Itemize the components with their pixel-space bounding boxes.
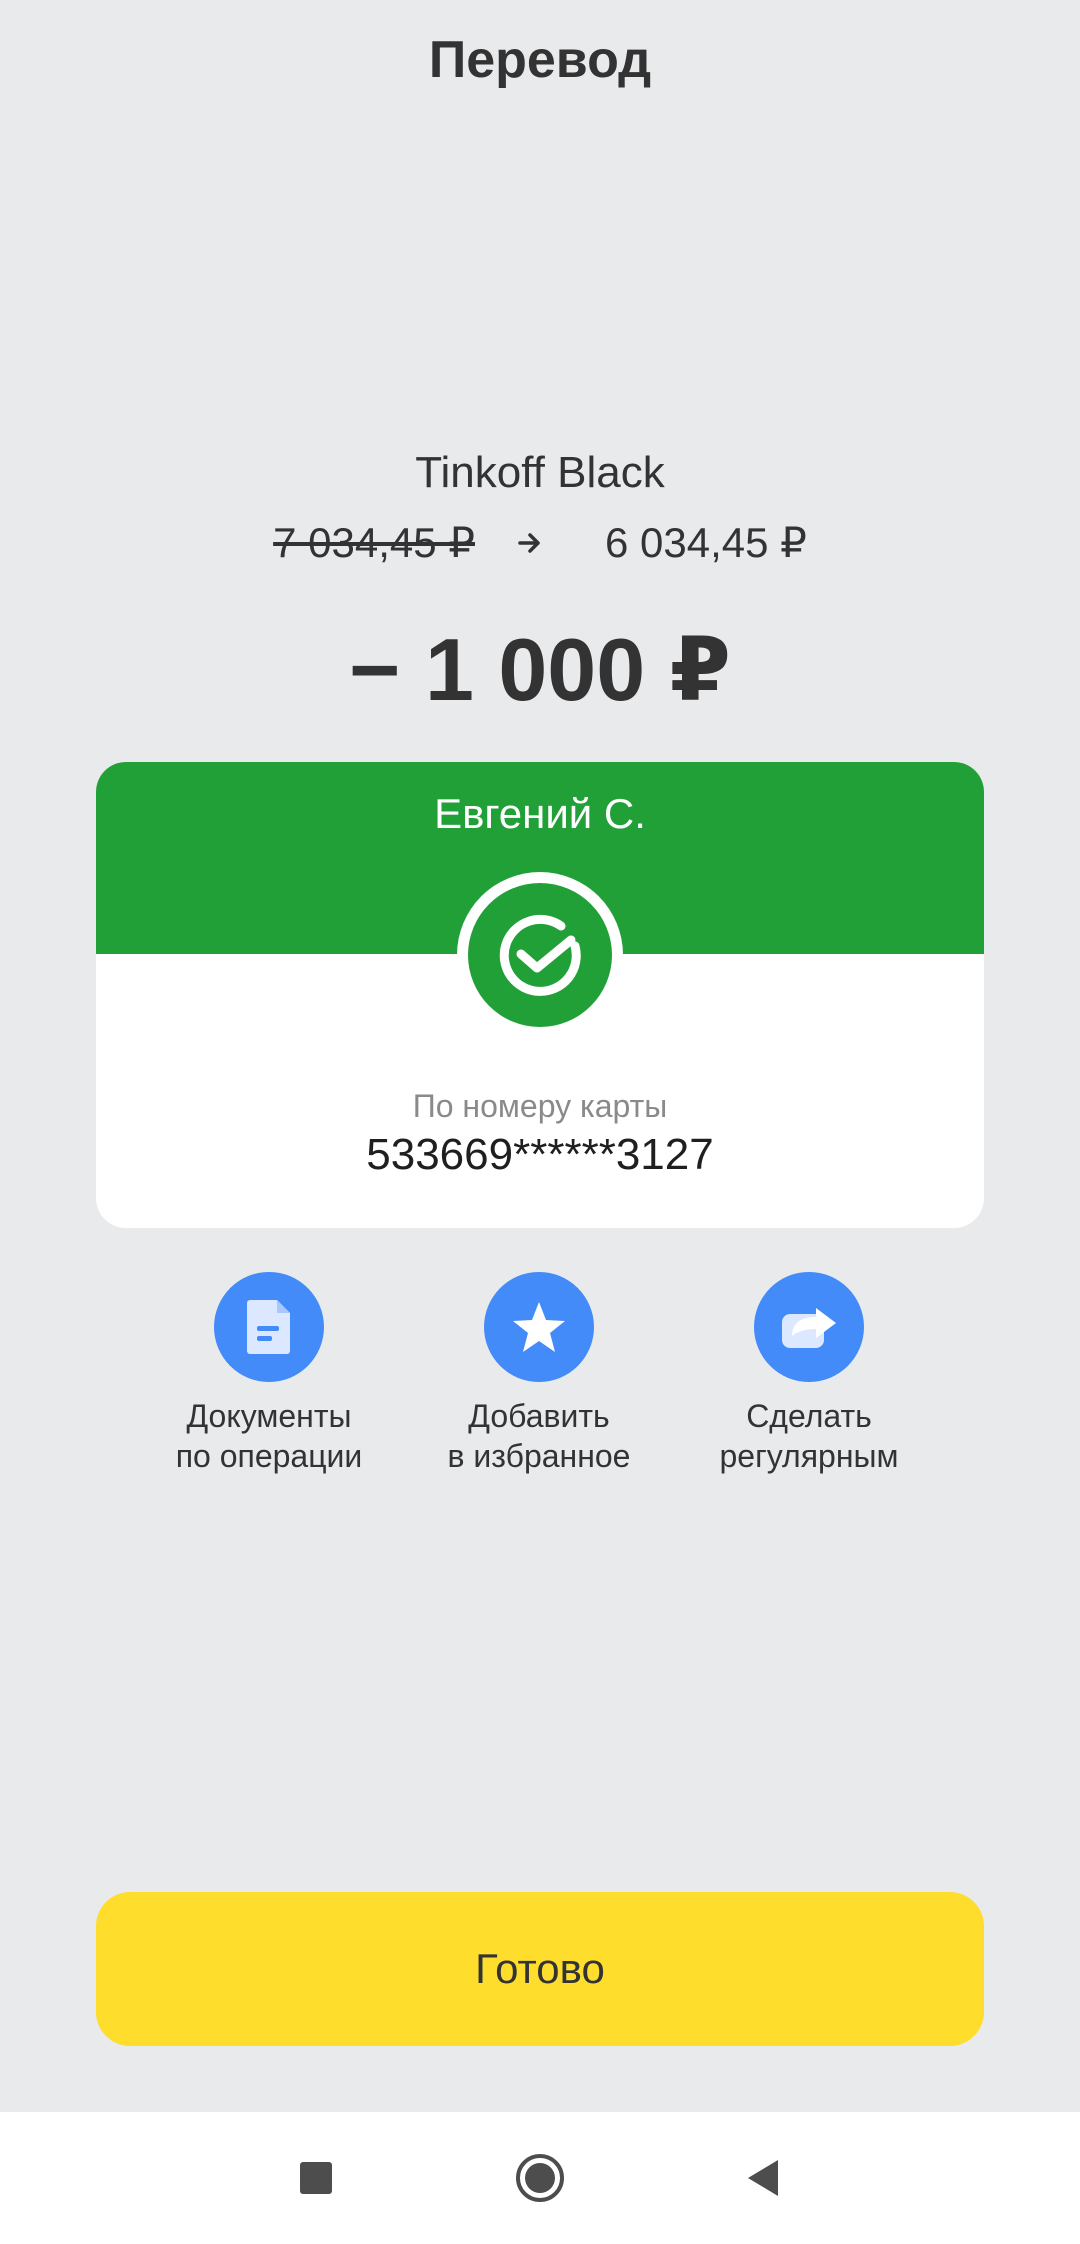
page-title: Перевод xyxy=(428,31,652,89)
star-icon[interactable] xyxy=(484,1272,594,1382)
repeat-arrow-icon[interactable] xyxy=(754,1272,864,1382)
home-circle-icon[interactable] xyxy=(504,2142,576,2214)
documents-action-label: Документы по операции xyxy=(175,1398,363,1474)
make-regular-label: Сделать регулярным xyxy=(719,1398,899,1474)
balance-change: 7 034,45 ₽ 6 034,45 ₽ xyxy=(0,518,1080,567)
recipient-card: Евгений С. По номеру карты 533669******3… xyxy=(96,762,984,1228)
sberbank-logo-icon xyxy=(457,872,623,1038)
recipient-name: Евгений С. xyxy=(434,790,646,837)
balance-after: 6 034,45 ₽ xyxy=(605,519,807,566)
system-navigation-bar xyxy=(0,2112,1080,2244)
transfer-method-label: По номеру карты xyxy=(412,1088,668,1124)
add-to-favorites-action[interactable]: Добавить в избранное xyxy=(409,1272,669,1476)
recipient-card-number: 533669******3127 xyxy=(366,1130,714,1179)
balance-before: 7 034,45 ₽ xyxy=(273,519,475,566)
arrow-right-icon xyxy=(475,532,585,554)
make-regular-action[interactable]: Сделать регулярным xyxy=(679,1272,939,1476)
back-triangle-icon[interactable] xyxy=(726,2142,798,2214)
document-icon[interactable] xyxy=(214,1272,324,1382)
done-button[interactable]: Готово xyxy=(96,1892,984,2046)
account-name: Tinkoff Black xyxy=(415,448,665,497)
add-to-favorites-label: Добавить в избранное xyxy=(447,1398,631,1474)
transfer-amount: − 1 000 ₽ xyxy=(349,620,731,719)
recents-square-icon[interactable] xyxy=(280,2142,352,2214)
documents-action[interactable]: Документы по операции xyxy=(139,1272,399,1476)
